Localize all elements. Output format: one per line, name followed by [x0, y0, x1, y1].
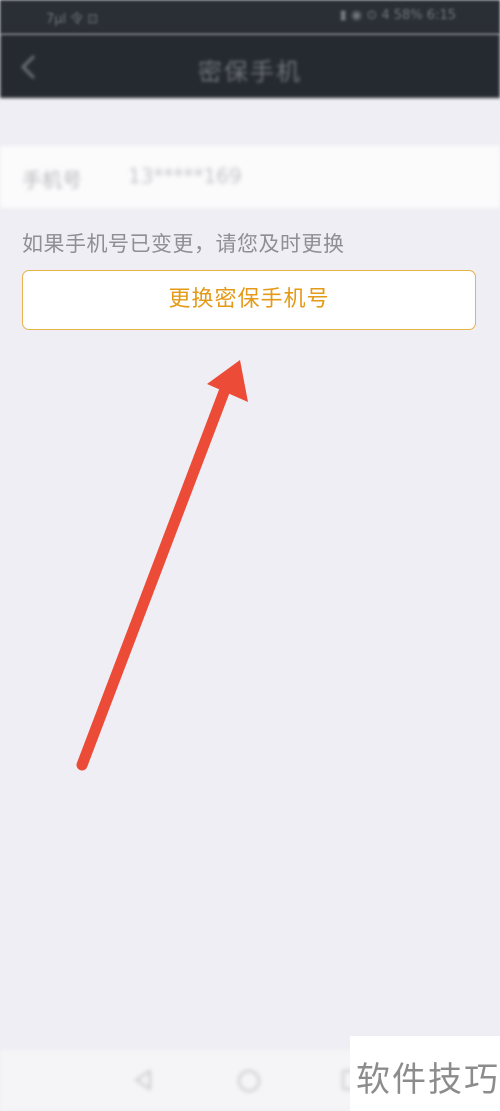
status-left-text: 7µl 令 ⊡: [46, 12, 99, 27]
change-phone-button[interactable]: 更换密保手机号: [22, 270, 476, 330]
nav-bar: 密保手机: [0, 34, 500, 98]
phone-row: 手机号 13*****169: [0, 146, 500, 208]
circle-home-icon[interactable]: [236, 1068, 262, 1094]
arrow-head: [207, 360, 248, 402]
arrow-shaft: [76, 386, 230, 771]
status-right-text: ▮ ◉ ⊙ 4 58% 6:15: [339, 8, 456, 23]
watermark-text: 软件技巧: [356, 1060, 500, 1100]
phone-number-value: 13*****169: [128, 164, 242, 188]
phone-label: 手机号: [22, 168, 82, 192]
triangle-back-icon[interactable]: [132, 1068, 154, 1092]
watermark: 软件技巧: [350, 1036, 500, 1111]
page-title: 密保手机: [198, 58, 302, 86]
change-hint-text: 如果手机号已变更，请您及时更换: [22, 232, 345, 256]
status-bar: 7µl 令 ⊡ ▮ ◉ ⊙ 4 58% 6:15: [0, 0, 500, 34]
